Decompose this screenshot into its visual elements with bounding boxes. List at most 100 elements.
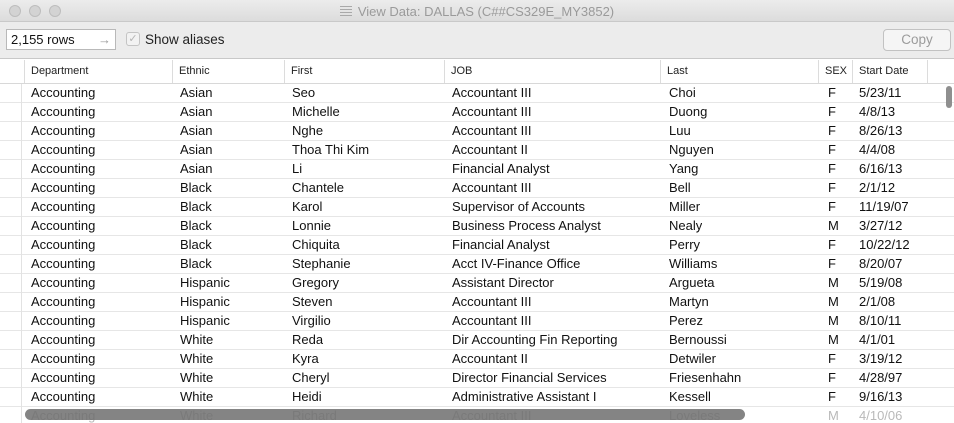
cell-department[interactable]: Accounting [31, 122, 95, 141]
table-row[interactable]: Accounting Black Chiquita Financial Analyst… [0, 236, 954, 255]
header-sex[interactable]: SEX [818, 60, 852, 83]
cell-ethnic[interactable]: Black [180, 236, 212, 255]
cell-start-date[interactable]: 8/20/07 [859, 255, 902, 274]
cell-ethnic[interactable]: Asian [180, 141, 213, 160]
cell-job[interactable]: Financial Analyst [452, 236, 550, 255]
cell-start-date[interactable]: 4/28/97 [859, 369, 902, 388]
cell-sex[interactable]: M [828, 331, 839, 350]
cell-start-date[interactable]: 6/16/13 [859, 160, 902, 179]
cell-ethnic[interactable]: Hispanic [180, 274, 230, 293]
cell-job[interactable]: Accountant III [452, 122, 532, 141]
cell-department[interactable]: Accounting [31, 217, 95, 236]
cell-first[interactable]: Heidi [292, 388, 322, 407]
cell-first[interactable]: Steven [292, 293, 332, 312]
table-row[interactable]: Accounting Black Stephanie Acct IV-Finance … [0, 255, 954, 274]
table-row[interactable]: Accounting White Reda Dir Accounting Fin Re… [0, 331, 954, 350]
cell-start-date[interactable]: 4/4/08 [859, 141, 895, 160]
cell-job[interactable]: Business Process Analyst [452, 217, 601, 236]
header-start-date[interactable]: Start Date [852, 60, 928, 83]
cell-job[interactable]: Assistant Director [452, 274, 554, 293]
cell-job[interactable]: Accountant III [452, 293, 532, 312]
cell-last[interactable]: Martyn [669, 293, 709, 312]
cell-start-date[interactable]: 5/23/11 [859, 84, 901, 103]
cell-ethnic[interactable]: Hispanic [180, 312, 230, 331]
cell-last[interactable]: Duong [669, 103, 707, 122]
cell-department[interactable]: Accounting [31, 103, 95, 122]
cell-department[interactable]: Accounting [31, 312, 95, 331]
cell-first[interactable]: Cheryl [292, 369, 330, 388]
rows-combo[interactable]: → [6, 29, 116, 50]
cell-start-date[interactable]: 5/19/08 [859, 274, 902, 293]
cell-ethnic[interactable]: White [180, 388, 213, 407]
cell-sex[interactable]: F [828, 369, 836, 388]
cell-first[interactable]: Virgilio [292, 312, 331, 331]
cell-start-date[interactable]: 4/1/01 [859, 331, 895, 350]
cell-last[interactable]: Perez [669, 312, 703, 331]
cell-last[interactable]: Choi [669, 84, 696, 103]
table-row[interactable]: Accounting White Kyra Accountant II Detwiler… [0, 350, 954, 369]
cell-first[interactable]: Seo [292, 84, 315, 103]
cell-job[interactable]: Supervisor of Accounts [452, 198, 585, 217]
cell-ethnic[interactable]: Asian [180, 122, 213, 141]
cell-job[interactable]: Accountant II [452, 350, 528, 369]
cell-sex[interactable]: F [828, 141, 836, 160]
cell-sex[interactable]: M [828, 293, 839, 312]
cell-sex[interactable]: M [828, 312, 839, 331]
cell-job[interactable]: Accountant III [452, 312, 532, 331]
cell-ethnic[interactable]: Black [180, 217, 212, 236]
table-row[interactable]: Accounting Asian Michelle Accountant III Duo… [0, 103, 954, 122]
cell-first[interactable]: Reda [292, 331, 323, 350]
cell-first[interactable]: Michelle [292, 103, 340, 122]
header-first[interactable]: First [284, 60, 444, 83]
cell-sex[interactable]: F [828, 84, 836, 103]
cell-last[interactable]: Miller [669, 198, 700, 217]
cell-ethnic[interactable]: Asian [180, 84, 213, 103]
cell-start-date[interactable]: 2/1/08 [859, 293, 895, 312]
cell-ethnic[interactable]: White [180, 331, 213, 350]
cell-start-date[interactable]: 2/1/12 [859, 179, 895, 198]
table-row[interactable]: Accounting Asian Thoa Thi Kim Accountant II… [0, 141, 954, 160]
cell-job[interactable]: Accountant II [452, 141, 528, 160]
cell-ethnic[interactable]: Asian [180, 160, 213, 179]
cell-department[interactable]: Accounting [31, 331, 95, 350]
table-row[interactable]: Accounting Asian Seo Accountant III Choi F 5/2… [0, 84, 954, 103]
table-row[interactable]: Accounting Asian Nghe Accountant III Luu F 8/2… [0, 122, 954, 141]
cell-start-date[interactable]: 8/10/11 [859, 312, 901, 331]
cell-sex[interactable]: F [828, 198, 836, 217]
cell-first[interactable]: Karol [292, 198, 322, 217]
cell-department[interactable]: Accounting [31, 84, 95, 103]
cell-job[interactable]: Director Financial Services [452, 369, 607, 388]
header-last[interactable]: Last [660, 60, 818, 83]
cell-sex[interactable]: M [828, 274, 839, 293]
table-row[interactable]: Accounting Hispanic Virgilio Accountant III… [0, 312, 954, 331]
cell-first[interactable]: Lonnie [292, 217, 331, 236]
cell-department[interactable]: Accounting [31, 293, 95, 312]
cell-last[interactable]: Bell [669, 179, 691, 198]
cell-job[interactable]: Accountant III [452, 84, 532, 103]
show-aliases-label[interactable]: Show aliases [145, 32, 225, 47]
cell-first[interactable]: Gregory [292, 274, 339, 293]
cell-department[interactable]: Accounting [31, 274, 95, 293]
cell-job[interactable]: Acct IV-Finance Office [452, 255, 580, 274]
cell-department[interactable]: Accounting [31, 255, 95, 274]
cell-sex[interactable]: F [828, 255, 836, 274]
cell-ethnic[interactable]: White [180, 350, 213, 369]
cell-last[interactable]: Detwiler [669, 350, 716, 369]
table-row[interactable]: Accounting Hispanic Steven Accountant III Ma… [0, 293, 954, 312]
cell-last[interactable]: Nealy [669, 217, 702, 236]
table-row[interactable]: Accounting Black Karol Supervisor of Accoun… [0, 198, 954, 217]
cell-last[interactable]: Luu [669, 122, 691, 141]
cell-first[interactable]: Thoa Thi Kim [292, 141, 369, 160]
cell-sex[interactable]: M [828, 407, 839, 423]
cell-sex[interactable]: F [828, 350, 836, 369]
table-row[interactable]: Accounting Black Lonnie Business Process An… [0, 217, 954, 236]
cell-department[interactable]: Accounting [31, 369, 95, 388]
cell-start-date[interactable]: 8/26/13 [859, 122, 902, 141]
cell-first[interactable]: Chiquita [292, 236, 340, 255]
table-row[interactable]: Accounting Black Chantele Accountant III Bel… [0, 179, 954, 198]
cell-start-date[interactable]: 3/27/12 [859, 217, 902, 236]
cell-ethnic[interactable]: Asian [180, 103, 213, 122]
cell-last[interactable]: Kessell [669, 388, 711, 407]
cell-job[interactable]: Accountant III [452, 103, 532, 122]
cell-start-date[interactable]: 10/22/12 [859, 236, 910, 255]
